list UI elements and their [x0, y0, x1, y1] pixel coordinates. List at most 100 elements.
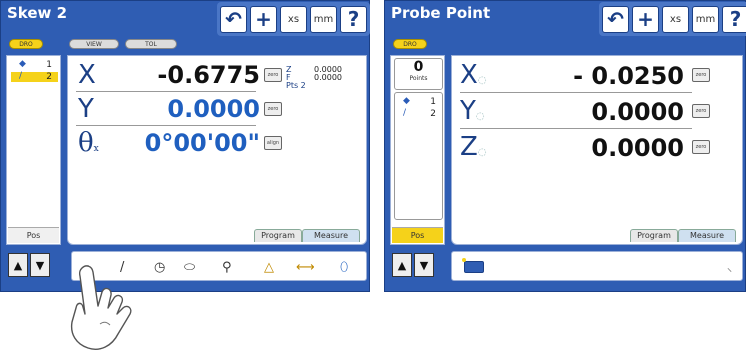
tab-measure[interactable]: Measure: [678, 229, 736, 242]
point-feature-icon: ◆: [403, 96, 410, 106]
right-screen: Probe Point ↶ + xs mm ? DRO 0 Points ◆ 1…: [384, 0, 746, 292]
help-button[interactable]: ?: [340, 5, 367, 33]
points-counter: 0 Points: [394, 58, 443, 90]
x-axis-label: X◌: [460, 60, 487, 90]
pts-info: Pts 2: [286, 81, 306, 90]
up-arrow-button[interactable]: ▲: [8, 253, 28, 277]
undo-button[interactable]: ↶: [602, 5, 629, 33]
probe-status-bar: ⸜: [451, 251, 743, 281]
toolbar: ↶ + xs mm ?: [599, 2, 746, 36]
up-arrow-icon: ▲: [397, 259, 407, 272]
pos-label[interactable]: Pos: [392, 227, 443, 243]
probe-tool-icon[interactable]: ⚲: [222, 260, 232, 275]
x-value: - 0.0250: [573, 62, 684, 90]
plus-button[interactable]: +: [250, 5, 277, 33]
down-arrow-button[interactable]: ▼: [414, 253, 434, 277]
dro-button[interactable]: DRO: [9, 39, 43, 49]
readout-panel: X -0.6775 zero Z 0.0000 F 0.0000 Pts 2 Y…: [67, 55, 367, 245]
z-axis-label: Z◌: [460, 132, 487, 162]
feature-item[interactable]: ◆ 1: [11, 59, 58, 70]
probe-indicator-icon: [462, 258, 466, 262]
plus-icon: +: [637, 7, 654, 31]
probe-status-icon: [464, 261, 484, 273]
view-button[interactable]: VIEW: [69, 39, 119, 49]
tab-program[interactable]: Program: [254, 229, 302, 242]
align-button[interactable]: align: [264, 136, 282, 150]
divider: [460, 92, 692, 93]
y-axis-label: Y◌: [460, 96, 485, 126]
line-feature-icon: /: [403, 108, 407, 118]
y-value: 0.0000: [167, 95, 260, 123]
distance-tool-icon[interactable]: ⟷: [296, 260, 315, 275]
left-screen: Skew 2 ↶ + xs mm ? DRO VIEW TOL ◆ 1 / 2 …: [0, 0, 370, 292]
f-info-value: 0.0000: [314, 73, 342, 82]
x-zero-button[interactable]: zero: [264, 68, 282, 82]
points-label: Points: [409, 75, 428, 82]
probe-icon: ◌: [477, 147, 487, 158]
y-axis-label: Y: [78, 94, 94, 124]
hand-pointer-icon: [70, 265, 132, 350]
x-value: -0.6775: [157, 61, 260, 89]
plus-button[interactable]: +: [632, 5, 659, 33]
y-zero-button[interactable]: zero: [264, 102, 282, 116]
probe-tip-icon: ⸜: [727, 263, 732, 274]
dro-button[interactable]: DRO: [393, 39, 427, 49]
mm-button[interactable]: mm: [692, 5, 719, 33]
feature-list-box: ◆ 1 / 2: [394, 92, 443, 220]
tol-button[interactable]: TOL: [125, 39, 177, 49]
feature-item-selected[interactable]: / 2: [11, 71, 58, 82]
theta-symbol: θ: [78, 128, 94, 158]
line-feature-icon: /: [19, 71, 23, 81]
undo-icon: ↶: [225, 7, 242, 31]
tab-measure[interactable]: Measure: [302, 229, 360, 242]
x-zero-button[interactable]: zero: [692, 68, 710, 82]
circle-tool-icon[interactable]: ◷: [154, 260, 165, 275]
down-arrow-icon: ▼: [35, 259, 45, 272]
angle-value: 0°00'00": [144, 129, 260, 157]
y-zero-button[interactable]: zero: [692, 104, 710, 118]
toolbar: ↶ + xs mm ?: [217, 2, 370, 36]
z-value: 0.0000: [591, 134, 684, 162]
feature-number: 2: [46, 72, 52, 82]
tab-program[interactable]: Program: [630, 229, 678, 242]
z-zero-button[interactable]: zero: [692, 140, 710, 154]
help-button[interactable]: ?: [722, 5, 746, 33]
undo-button[interactable]: ↶: [220, 5, 247, 33]
skew-tool-icon[interactable]: ⬯: [340, 260, 348, 275]
points-count: 0: [413, 59, 424, 75]
feature-list: ◆ 1 / 2 Pos: [6, 55, 61, 245]
feature-number: 1: [430, 97, 436, 107]
theta-axis-label: θx: [78, 128, 99, 158]
feature-item[interactable]: ◆ 1: [395, 96, 442, 107]
divider: [76, 91, 256, 92]
readout-panel: X◌ - 0.0250 zero Y◌ 0.0000 zero Z◌ 0.000…: [451, 55, 743, 245]
pos-label[interactable]: Pos: [8, 227, 59, 243]
undo-icon: ↶: [607, 7, 624, 31]
feature-number: 1: [46, 60, 52, 70]
feature-list: 0 Points ◆ 1 / 2 Pos: [390, 55, 445, 245]
feature-number: 2: [430, 109, 436, 119]
xs-button[interactable]: xs: [662, 5, 689, 33]
plus-icon: +: [255, 7, 272, 31]
screen-title: Skew 2: [7, 4, 68, 22]
xs-button[interactable]: xs: [280, 5, 307, 33]
divider: [76, 125, 256, 126]
screen-title: Probe Point: [391, 4, 491, 22]
angle-tool-icon[interactable]: △: [264, 260, 274, 275]
probe-icon: ◌: [475, 111, 485, 122]
down-arrow-button[interactable]: ▼: [30, 253, 50, 277]
slot-tool-icon[interactable]: ⬭: [184, 260, 195, 275]
up-arrow-button[interactable]: ▲: [392, 253, 412, 277]
up-arrow-icon: ▲: [13, 259, 23, 272]
x-axis-label: X: [78, 60, 96, 90]
divider: [460, 128, 692, 129]
point-feature-icon: ◆: [19, 59, 26, 69]
probe-icon: ◌: [477, 75, 487, 86]
x-axis-letter: X: [460, 60, 478, 90]
y-value: 0.0000: [591, 98, 684, 126]
y-axis-letter: Y: [460, 96, 476, 126]
mm-button[interactable]: mm: [310, 5, 337, 33]
down-arrow-icon: ▼: [419, 259, 429, 272]
feature-item[interactable]: / 2: [395, 108, 442, 119]
z-axis-letter: Z: [460, 132, 478, 162]
